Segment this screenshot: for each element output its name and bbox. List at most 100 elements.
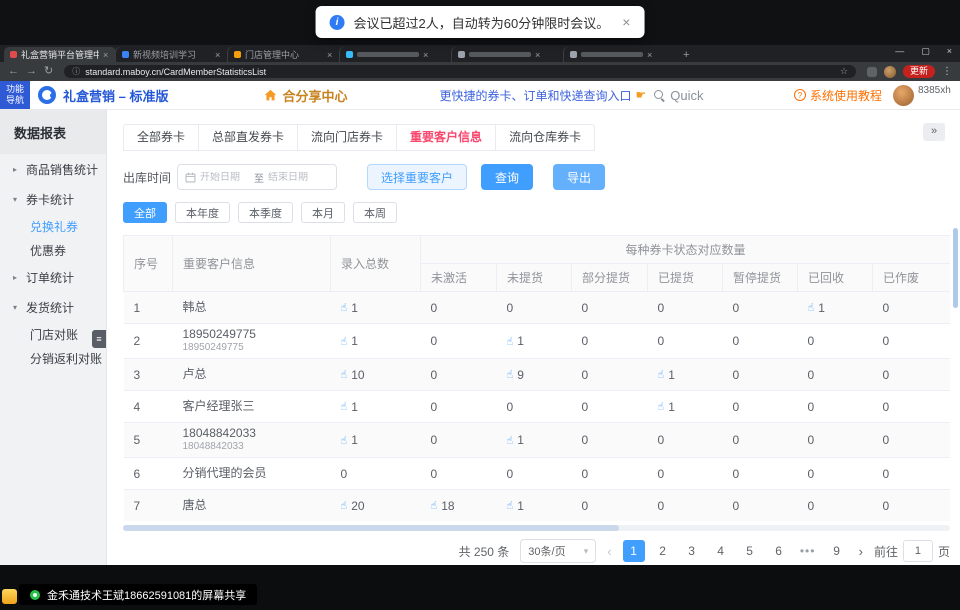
tutorial-link[interactable]: ? 系统使用教程	[794, 87, 882, 104]
count-link[interactable]: ☝1	[341, 301, 358, 315]
browser-profile-avatar[interactable]	[884, 66, 896, 78]
quick-filter-chip[interactable]: 本年度	[175, 202, 230, 223]
count-link[interactable]: ☝1	[658, 368, 675, 382]
col-header-status: 暂停提货	[723, 264, 798, 292]
count-link[interactable]: ☝1	[658, 400, 675, 414]
col-header-status: 已回收	[798, 264, 873, 292]
tab-close-icon[interactable]: ×	[647, 50, 652, 60]
count-link[interactable]: ☝1	[507, 433, 524, 447]
count-link[interactable]: ☝1	[808, 301, 825, 315]
screen-share-indicator[interactable]: 金禾通技术王斌18662591081的屏幕共享	[19, 584, 257, 605]
page-number[interactable]: 2	[652, 540, 674, 562]
count-link[interactable]: ☝9	[507, 368, 524, 382]
quick-filter-chip[interactable]: 本月	[301, 202, 345, 223]
date-range-picker[interactable]: 至	[177, 164, 337, 190]
quick-filter-chip[interactable]: 本季度	[238, 202, 293, 223]
extension-icon[interactable]	[867, 67, 877, 77]
browser-tab[interactable]: 新视频培训学习×	[116, 47, 228, 62]
select-customer-button[interactable]: 选择重要客户	[367, 164, 467, 190]
sidebar-item[interactable]: ▾发货统计	[0, 292, 106, 322]
page-number[interactable]: 5	[739, 540, 761, 562]
page-number[interactable]: 6	[768, 540, 790, 562]
quick-filter-chip[interactable]: 本周	[353, 202, 397, 223]
count-link[interactable]: ☝1	[507, 334, 524, 348]
sidebar-item[interactable]: 分销返利对账	[0, 346, 106, 370]
user-avatar[interactable]	[893, 85, 914, 106]
tab-close-icon[interactable]: ×	[423, 50, 428, 60]
search-button[interactable]: 查询	[481, 164, 533, 190]
new-tab-button[interactable]: +	[683, 49, 689, 61]
sidebar-collapse-handle[interactable]: ≡	[92, 330, 106, 348]
cell-status: 0	[798, 359, 873, 391]
count-link[interactable]: ☝1	[507, 499, 524, 513]
toast-close-icon[interactable]: ×	[622, 14, 630, 30]
page-number[interactable]: 1	[623, 540, 645, 562]
minimize-button[interactable]: —	[895, 46, 904, 57]
share-center-link[interactable]: 合分享中心	[264, 86, 347, 105]
cell-status: ☝1	[798, 292, 873, 324]
content-tab[interactable]: 流向仓库券卡	[496, 124, 595, 151]
function-nav-block[interactable]: 功能 导航	[0, 81, 30, 109]
reload-icon[interactable]: ↻	[44, 66, 53, 77]
horizontal-scrollbar[interactable]	[123, 525, 950, 531]
content-tab[interactable]: 全部券卡	[123, 124, 199, 151]
question-icon: ?	[794, 89, 806, 101]
tab-close-icon[interactable]: ×	[103, 50, 108, 60]
count-link[interactable]: ☝1	[341, 433, 358, 447]
quick-search[interactable]: Quick	[654, 88, 703, 103]
sidebar-item[interactable]: 门店对账	[0, 322, 106, 346]
customer-name: 唐总	[183, 499, 321, 512]
browser-tab[interactable]: ×	[452, 47, 564, 62]
end-date-input[interactable]	[268, 172, 318, 183]
quick-entry-link[interactable]: 更快捷的券卡、订单和快递查询入口	[439, 87, 631, 104]
content-tab[interactable]: 总部直发券卡	[199, 124, 298, 151]
page-number[interactable]: 3	[681, 540, 703, 562]
site-info-icon[interactable]: ⓘ	[72, 66, 80, 77]
back-icon[interactable]: ←	[8, 66, 19, 77]
sidebar-item[interactable]: 兑换礼券	[0, 214, 106, 238]
sidebar-item[interactable]: ▸商品销售统计	[0, 154, 106, 184]
page-number[interactable]: 9	[826, 540, 848, 562]
chevron-down-icon: ▾	[584, 546, 589, 557]
page-size-select[interactable]: 30条/页 ▾	[520, 539, 596, 563]
sidebar-item[interactable]: ▾券卡统计	[0, 184, 106, 214]
browser-tab[interactable]: 礼盒营销平台管理中心×	[4, 47, 116, 62]
cell-status: 0	[421, 458, 497, 490]
forward-icon[interactable]: →	[26, 66, 37, 77]
sidebar-item[interactable]: ▸订单统计	[0, 262, 106, 292]
horizontal-scrollbar-thumb[interactable]	[123, 525, 619, 531]
count-link[interactable]: ☝20	[341, 499, 365, 513]
count-link[interactable]: ☝10	[341, 368, 365, 382]
panel-collapse-button[interactable]: »	[923, 123, 945, 141]
tab-close-icon[interactable]: ×	[215, 50, 220, 60]
browser-tab[interactable]: ×	[340, 47, 452, 62]
cell-status: ☝1	[497, 324, 572, 359]
browser-menu-icon[interactable]: ⋮	[942, 66, 952, 77]
bookmark-star-icon[interactable]: ☆	[840, 66, 848, 77]
address-bar[interactable]: ⓘ standard.maboy.cn/CardMemberStatistics…	[64, 65, 856, 78]
count-link[interactable]: ☝1	[341, 334, 358, 348]
chrome-update-button[interactable]: 更新	[903, 65, 935, 78]
next-page-icon[interactable]: ›	[859, 544, 863, 559]
tab-close-icon[interactable]: ×	[327, 50, 332, 60]
hand-icon: ☝	[507, 335, 514, 348]
content-tab[interactable]: 流向门店券卡	[298, 124, 397, 151]
tab-title	[469, 52, 531, 57]
page-number[interactable]: 4	[710, 540, 732, 562]
vertical-scrollbar[interactable]	[953, 228, 958, 308]
start-date-input[interactable]	[200, 172, 250, 183]
goto-page-input[interactable]	[903, 540, 933, 562]
browser-tab[interactable]: ×	[564, 47, 676, 62]
export-button[interactable]: 导出	[553, 164, 605, 190]
sidebar-item[interactable]: 优惠券	[0, 238, 106, 262]
content-tab[interactable]: 重要客户信息	[397, 124, 496, 151]
quick-filter-chip[interactable]: 全部	[123, 202, 167, 223]
meeting-app-icon[interactable]	[2, 589, 17, 604]
count-link[interactable]: ☝18	[431, 499, 455, 513]
tab-close-icon[interactable]: ×	[535, 50, 540, 60]
window-close-button[interactable]: ×	[947, 46, 952, 57]
browser-tab[interactable]: 门店管理中心×	[228, 47, 340, 62]
count-link[interactable]: ☝1	[341, 400, 358, 414]
prev-page-icon[interactable]: ‹	[607, 544, 611, 559]
maximize-button[interactable]: ▢	[921, 46, 930, 57]
